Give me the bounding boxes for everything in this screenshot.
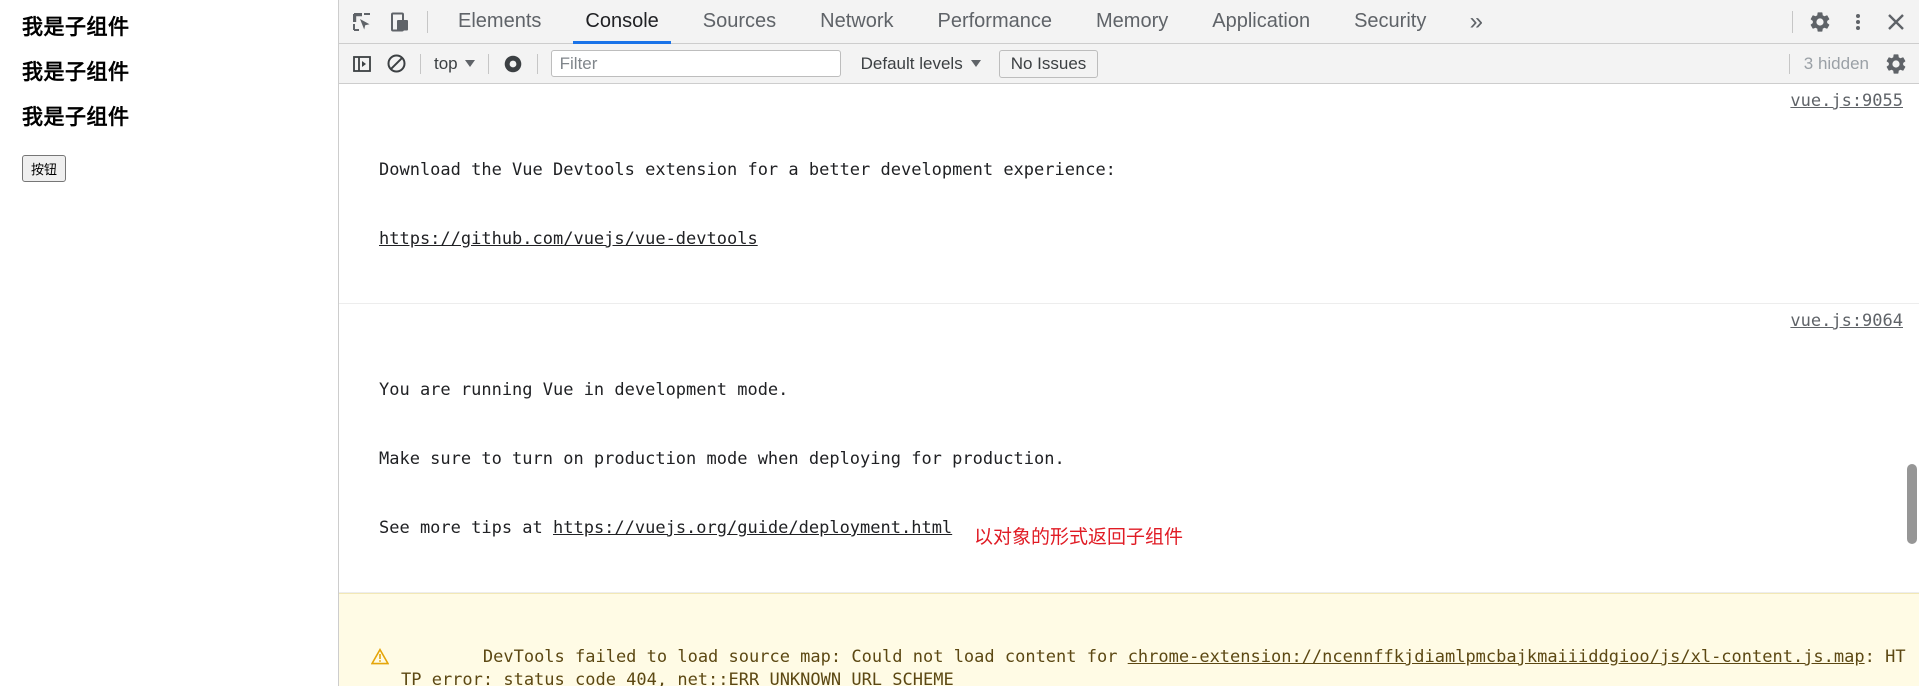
- show-console-sidebar-icon[interactable]: [345, 49, 379, 79]
- filterbar-divider-1: [420, 53, 421, 74]
- message-line: You are running Vue in development mode.: [379, 380, 789, 400]
- tab-performance[interactable]: Performance: [916, 0, 1075, 44]
- message-line: See more tips at https://vuejs.org/guide…: [379, 517, 1907, 540]
- tab-console[interactable]: Console: [563, 0, 680, 44]
- tab-network[interactable]: Network: [798, 0, 915, 44]
- execution-context-selector[interactable]: top: [428, 52, 481, 76]
- more-tabs-icon[interactable]: »: [1448, 0, 1504, 44]
- page-heading-2: 我是子组件: [22, 61, 130, 85]
- filterbar-divider-3: [536, 53, 538, 74]
- console-filter-bar: top Default levels No Issues 3 hidden: [339, 44, 1919, 84]
- tab-application[interactable]: Application: [1190, 0, 1332, 44]
- page-action-button[interactable]: 按钮: [22, 155, 67, 183]
- console-warning-message: DevTools failed to load source map: Coul…: [339, 593, 1919, 686]
- message-line-prefix: See more tips at: [379, 518, 553, 538]
- devtools-toolbar-right: [1784, 4, 1915, 40]
- filterbar-divider-2: [487, 53, 489, 74]
- warning-text-prefix: DevTools failed to load source map: Coul…: [482, 647, 1128, 667]
- gear-icon[interactable]: [1879, 49, 1913, 79]
- log-levels-selector[interactable]: Default levels: [853, 52, 989, 76]
- page-heading-3: 我是子组件: [22, 106, 130, 130]
- devtools-tabbar: Elements Console Sources Network Perform…: [339, 0, 1919, 44]
- warning-triangle-icon: [370, 602, 390, 665]
- console-message-list[interactable]: vue.js:9055 Download the Vue Devtools ex…: [339, 84, 1919, 686]
- web-page-pane: 我是子组件 我是子组件 我是子组件 按钮: [0, 0, 338, 686]
- chevron-down-icon: [970, 60, 981, 67]
- tab-sources[interactable]: Sources: [681, 0, 798, 44]
- devtools-tab-list: Elements Console Sources Network Perform…: [436, 0, 1448, 44]
- toolbar-divider: [427, 10, 428, 33]
- close-icon[interactable]: [1877, 4, 1915, 40]
- log-levels-label: Default levels: [860, 53, 963, 73]
- console-message: vue.js:9064 You are running Vue in devel…: [339, 304, 1919, 593]
- filter-input[interactable]: [550, 50, 841, 77]
- message-line: Make sure to turn on production mode whe…: [379, 449, 1065, 469]
- tab-security[interactable]: Security: [1332, 0, 1448, 44]
- issues-button[interactable]: No Issues: [998, 49, 1099, 78]
- device-toolbar-icon[interactable]: [381, 4, 419, 40]
- message-line: Download the Vue Devtools extension for …: [379, 160, 1116, 180]
- execution-context-label: top: [434, 53, 458, 73]
- hidden-messages-label: 3 hidden: [1788, 53, 1869, 74]
- inspect-element-icon[interactable]: [343, 4, 381, 40]
- vue-deployment-link[interactable]: https://vuejs.org/guide/deployment.html: [553, 518, 952, 538]
- gear-icon[interactable]: [1801, 4, 1839, 40]
- screen-root: 我是子组件 我是子组件 我是子组件 按钮 Elements Console So…: [0, 0, 1919, 686]
- console-message: vue.js:9055 Download the Vue Devtools ex…: [339, 84, 1919, 304]
- toolbar-divider-right: [1792, 10, 1793, 33]
- chevron-down-icon: [464, 60, 475, 67]
- sourcemap-url-link[interactable]: chrome-extension://ncennffkjdiamlpmcbajk…: [1128, 647, 1865, 667]
- live-expression-icon[interactable]: [496, 49, 530, 79]
- message-line: https://github.com/vuejs/vue-devtools: [379, 228, 1907, 251]
- kebab-menu-icon[interactable]: [1839, 4, 1877, 40]
- console-scrollbar[interactable]: [1907, 464, 1917, 544]
- devtools-panel: Elements Console Sources Network Perform…: [338, 0, 1919, 686]
- tab-memory[interactable]: Memory: [1074, 0, 1190, 44]
- tab-elements[interactable]: Elements: [436, 0, 563, 44]
- vue-devtools-link[interactable]: https://github.com/vuejs/vue-devtools: [379, 229, 758, 249]
- clear-console-icon[interactable]: [379, 49, 413, 79]
- page-heading-1: 我是子组件: [22, 16, 130, 39]
- message-source-link[interactable]: vue.js:9055: [1790, 90, 1903, 113]
- message-source-link[interactable]: vue.js:9064: [1790, 310, 1903, 333]
